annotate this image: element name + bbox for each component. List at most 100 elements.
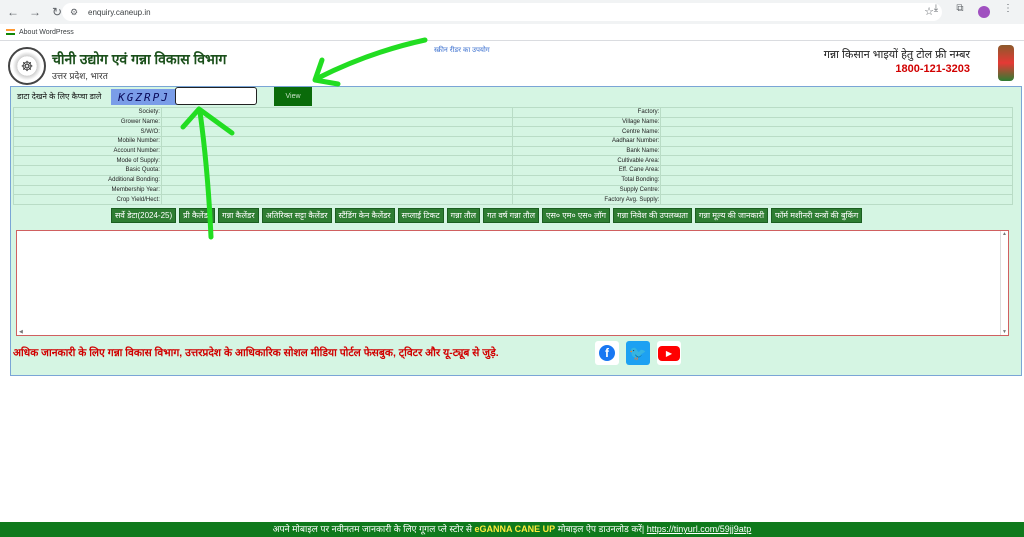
view-button[interactable]: View: [274, 87, 312, 106]
tab-10[interactable]: गन्ना मूल्य की जानकारी: [694, 208, 769, 223]
info-value: [160, 155, 514, 167]
department-subtitle: उत्तर प्रदेश, भारत: [52, 71, 108, 81]
download-icon[interactable]: ⤓: [928, 3, 944, 21]
info-value: [660, 184, 1013, 196]
info-row: Membership Year: Supply Centre:: [13, 184, 1013, 196]
info-label: Aadhaar Number:: [512, 136, 662, 147]
footer-app-link[interactable]: https://tinyurl.com/59jj9atp: [647, 524, 752, 534]
extensions-icon[interactable]: ⧉: [952, 3, 968, 21]
facebook-icon[interactable]: f: [595, 341, 619, 365]
twitter-icon[interactable]: 🐦: [626, 341, 650, 365]
info-row: S/W/O: Centre Name:: [13, 126, 1013, 138]
bookmark-label: About WordPress: [19, 28, 74, 36]
info-value: [660, 116, 1013, 128]
grower-info-table: Society: Factory: Grower Name: Village Name…: [13, 107, 1013, 205]
info-value: [660, 165, 1013, 176]
info-label: Supply Centre:: [512, 184, 662, 196]
tab-9[interactable]: गन्ना निवेश की उपलब्धता: [613, 208, 692, 223]
info-label: Total Bonding:: [512, 174, 662, 186]
scroll-down-icon[interactable]: ▼: [1002, 329, 1007, 335]
social-icons: f 🐦 ▶: [595, 341, 681, 365]
browser-actions: ⤓ ⧉ ⋮: [928, 3, 1016, 21]
footer-text-after: मोबाइल ऐप डाउनलोड करें|: [557, 524, 645, 534]
screen-reader-link[interactable]: स्क्रीन रीडर का उपयोग: [434, 46, 490, 55]
scroll-left-icon[interactable]: ◀: [19, 329, 23, 335]
info-row: Crop Yield/Hect: Factory Avg. Supply:: [13, 194, 1013, 205]
info-row: Mobile Number: Aadhaar Number:: [13, 136, 1013, 147]
captcha-image: KGZRPJ: [111, 89, 177, 105]
vertical-scrollbar[interactable]: ▲ ▼: [1000, 231, 1008, 335]
info-label: Additional Bonding:: [13, 174, 162, 186]
tab-11[interactable]: फॉर्म मशीनरी यन्त्रों की बुकिंग: [771, 208, 863, 223]
profile-avatar[interactable]: [976, 3, 992, 21]
tab-6[interactable]: गन्ना तौल: [446, 208, 481, 223]
tab-8[interactable]: एस० एम० एस० लॉग: [542, 208, 611, 223]
tab-4[interactable]: स्टैंडिंग केन कैलेंडर: [334, 208, 395, 223]
social-media-text: अधिक जानकारी के लिए गन्ना विकास विभाग, उ…: [13, 347, 499, 359]
info-label: Mobile Number:: [13, 136, 162, 147]
info-value: [660, 107, 1013, 118]
bookmark-about-wordpress[interactable]: About WordPress: [6, 29, 74, 36]
info-value: [160, 126, 514, 138]
info-value: [660, 126, 1013, 138]
info-value: [160, 174, 514, 186]
info-label: Basic Quota:: [13, 165, 162, 176]
info-label: S/W/O:: [13, 126, 162, 138]
enquiry-panel: डाटा देखने के लिए कैप्चा डाले KGZRPJ Vie…: [10, 86, 1022, 376]
info-row: Society: Factory:: [13, 107, 1013, 118]
department-title: चीनी उद्योग एवं गन्ना विकास विभाग: [52, 51, 227, 67]
info-value: [160, 165, 514, 176]
tab-2[interactable]: गन्ना कैलेंडर: [218, 208, 259, 223]
forward-icon[interactable]: →: [26, 3, 44, 21]
info-value: [160, 145, 514, 157]
back-icon[interactable]: ←: [4, 3, 22, 21]
captcha-label: डाटा देखने के लिए कैप्चा डाले: [17, 92, 102, 101]
info-label: Village Name:: [512, 116, 662, 128]
address-bar[interactable]: ⚙ enquiry.caneup.in ☆: [62, 3, 942, 21]
info-row: Grower Name: Village Name:: [13, 116, 1013, 128]
info-label: Factory:: [512, 107, 662, 118]
menu-icon[interactable]: ⋮: [1000, 3, 1016, 21]
info-row: Additional Bonding: Total Bonding:: [13, 174, 1013, 186]
tab-1[interactable]: प्री कैलेंडर: [179, 208, 216, 223]
info-value: [160, 116, 514, 128]
info-label: Eff. Cane Area:: [512, 165, 662, 176]
info-value: [160, 136, 514, 147]
info-row: Basic Quota: Eff. Cane Area:: [13, 165, 1013, 176]
info-label: Mode of Supply:: [13, 155, 162, 167]
youtube-icon[interactable]: ▶: [657, 341, 681, 365]
footer-text-before: अपने मोबाइल पर नवीनतम जानकारी के लिए गूग…: [272, 524, 472, 534]
info-value: [160, 194, 514, 205]
info-label: Crop Yield/Hect:: [13, 194, 162, 205]
tab-7[interactable]: गत वर्ष गन्ना तौल: [483, 208, 540, 223]
info-label: Society:: [13, 107, 162, 118]
browser-toolbar: ← → ↻ ⚙ enquiry.caneup.in ☆ ⤓ ⧉ ⋮: [0, 0, 1024, 24]
captcha-input[interactable]: [175, 87, 257, 105]
up-government-logo: ☸: [8, 47, 46, 85]
tollfree-label: गन्ना किसान भाइयों हेतु टोल फ्री नम्बर: [823, 49, 970, 61]
bookmarks-bar: About WordPress: [0, 24, 1024, 41]
output-area[interactable]: ▲ ▼ ◀: [16, 230, 1009, 336]
info-value: [660, 174, 1013, 186]
site-info-icon[interactable]: ⚙: [70, 7, 84, 18]
scroll-up-icon[interactable]: ▲: [1002, 231, 1007, 237]
info-label: Account Number:: [13, 145, 162, 157]
emblem-icon: [998, 45, 1014, 81]
tollfree-number: 1800-121-3203: [895, 63, 970, 75]
service-tabs: सर्वे डेटा(2024-25) प्री कैलेंडर गन्ना कैल…: [111, 208, 863, 223]
tab-5[interactable]: सप्लाई टिकट: [397, 208, 444, 223]
info-value: [660, 155, 1013, 167]
info-label: Membership Year:: [13, 184, 162, 196]
info-row: Mode of Supply: Cultivable Area:: [13, 155, 1013, 167]
footer-app-name: eGANNA CANE UP: [474, 524, 556, 534]
info-value: [660, 194, 1013, 205]
url-text[interactable]: enquiry.caneup.in: [88, 8, 151, 17]
info-value: [660, 136, 1013, 147]
india-flag-icon: [6, 29, 15, 35]
info-value: [160, 107, 514, 118]
tab-0[interactable]: सर्वे डेटा(2024-25): [111, 208, 177, 223]
info-label: Cultivable Area:: [512, 155, 662, 167]
info-label: Bank Name:: [512, 145, 662, 157]
info-label: Centre Name:: [512, 126, 662, 138]
tab-3[interactable]: अतिरिक्त सट्टा कैलेंडर: [261, 208, 332, 223]
